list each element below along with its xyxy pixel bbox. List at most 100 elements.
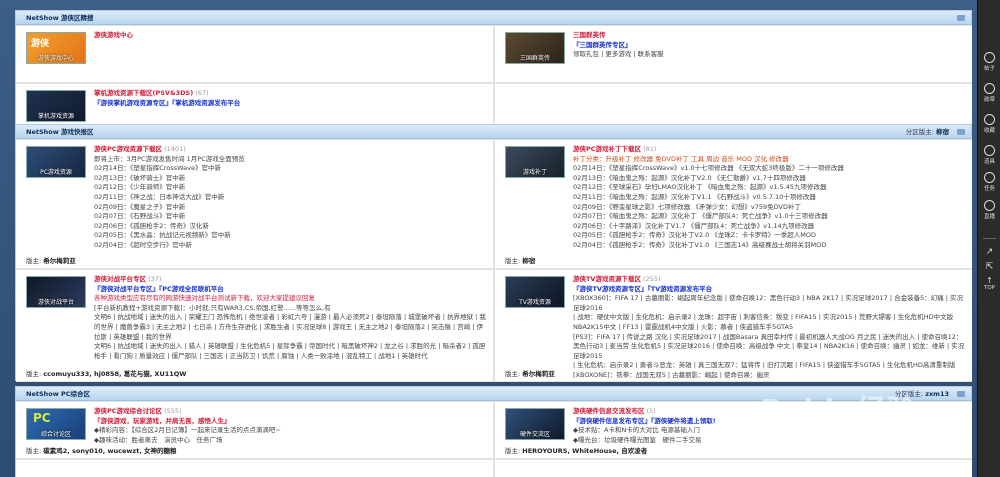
toolbar-favorites[interactable]: 收藏 xyxy=(978,114,1000,134)
forum-line[interactable]: 02月13日：《破坏骑士》官中新 xyxy=(94,174,487,184)
forum-line[interactable]: 02月11日：《暗血鬼之殇：起源》汉化补丁V1.1 《石野战斗》v0.5.7.1… xyxy=(573,193,966,203)
moderator-link[interactable]: ccomuyu333, hj0858, 葛花与猫, XU11QW xyxy=(43,370,186,378)
moderator-link[interactable]: 柳宿 xyxy=(522,257,535,265)
section-header[interactable]: NetShow 游侠区精搜 xyxy=(16,11,971,25)
forum-line[interactable]: NBA2K15中文 | FF13 | 雷霆战机4中文版 | 火影：慕者 | 侠盗… xyxy=(573,323,966,333)
forum-line[interactable]: 文明6 | 抗战地域 | 迷失的出入 | 猎人 | 英雄联盟 | 生化危机5 |… xyxy=(94,342,487,361)
forum-line[interactable]: 文明6 | 抗战地域 | 迷失的出入 | 荣耀王门 恐怖危机 | 绝世凌者 | … xyxy=(94,313,487,342)
forum-moderator: 版主: 希尔梅莉亚 xyxy=(505,368,555,378)
collapse-icon[interactable] xyxy=(957,129,965,135)
forum-line[interactable]: 02月09日：《野蛮星球之影》七项修改器 《矛弹少女：幻想》v759免DVD补丁 xyxy=(573,203,966,213)
section-search: NetShow 游侠区精搜 游侠 游侠游戏中心 游侠游戏中心 三国群英传 三国群… xyxy=(15,10,972,125)
forum-line[interactable]: 02月07日：《石野战斗》官中新 xyxy=(94,212,487,222)
forum-cell: 游侠 游侠游戏中心 游侠游戏中心 xyxy=(16,25,494,83)
forum-cell: 游戏补丁 游侠PC游戏补丁下载区 (81) 补丁分类：升级补丁 修改器 免DVD… xyxy=(494,139,972,269)
collapse-icon[interactable] xyxy=(957,391,965,397)
section-title[interactable]: NetShow 游戏快报区 xyxy=(26,128,94,136)
forum-line[interactable]: 02月05日：《孤胆枪手2：传奇》汉化补丁V2.0 《龙珠Z：卡卡罗特》一季超人… xyxy=(573,231,966,241)
forum-thumb[interactable]: 游侠 游侠游戏中心 xyxy=(26,32,86,64)
moderator-link[interactable]: HEROYOURS, WhiteHouse, 自欢凌者 xyxy=(522,447,647,455)
forum-line[interactable]: [XBOXONE]：铁拳：战国无双5 | 古墓丽影：崛起 | 使命召唤：幽灵 xyxy=(573,371,966,381)
forum-thumb[interactable]: 掌机游戏资源 xyxy=(26,90,86,122)
section-title[interactable]: NetShow 游侠区精搜 xyxy=(26,14,94,22)
topic-count: (555) xyxy=(164,407,182,415)
forum-line[interactable]: 补丁分类：升级补丁 修改器 免DVD补丁 工具 周边 音乐 MOD 汉化 修改器 xyxy=(573,155,966,165)
forum-moderator: 版主: 柳宿 xyxy=(505,255,535,265)
expand-icon[interactable]: ⇱ xyxy=(978,262,1000,272)
forum-thumb[interactable]: 游侠对战平台 xyxy=(26,276,86,308)
toolbar-live[interactable]: 直播 xyxy=(978,200,1000,220)
toolbar-label: 任务 xyxy=(983,186,995,192)
toolbar-items[interactable]: 道具 xyxy=(978,145,1000,165)
forum-desc: 『游侠对战平台专区』『PC游戏全民联机平台 xyxy=(94,284,224,293)
forum-thumb[interactable]: 三国群英传 xyxy=(505,32,565,64)
toolbar-top[interactable]: ↑ TOP xyxy=(978,276,1000,291)
forum-line[interactable]: | 生化危机：启示录2 | 勇者斗恶龙：英雄 | 真三国无双7：猛将传 | 旧打… xyxy=(573,361,966,371)
forum-title[interactable]: 游侠PC游戏补丁下载区 xyxy=(573,145,641,153)
forum-title[interactable]: 游侠PC游戏资源下载区 xyxy=(94,145,162,153)
toolbar-label: 直播 xyxy=(983,214,995,220)
moderator-link[interactable]: 希尔梅莉亚 xyxy=(522,370,555,378)
forum-line[interactable]: 02月04日：《孤胆枪手2：传奇》汉化补丁V1.0 《三国志14》高级赛战士胡将… xyxy=(573,241,966,251)
forum-title[interactable]: 游侠PC游戏综合讨论区 xyxy=(94,407,162,415)
forum-cell-empty xyxy=(494,83,972,125)
forum-line[interactable]: 02月14日：《塑星指挥CrossWave》v1.0十七项修改器 《无双大蛇3终… xyxy=(573,164,966,174)
forum-line[interactable]: ◆趣味活动：胜者离去 演员中心 任务广场 xyxy=(94,436,487,446)
forum-line[interactable]: 02月11日：《神之战：日本神话大战》官中新 xyxy=(94,193,487,203)
topic-count: (255) xyxy=(643,275,661,283)
moderator-link[interactable]: 希尔梅莉亚 xyxy=(43,257,76,265)
forum-line[interactable]: 02月06日：《孤胆枪手2：传奇》汉化新 xyxy=(94,222,487,232)
forum-line[interactable]: 02月06日：《十字路泽》汉化补丁V1.7 《僵尸部队4：死亡战争》v1.14九… xyxy=(573,222,966,232)
forum-title[interactable]: 三国群英传 xyxy=(573,31,606,39)
watermark-url: jingyan.baidu.com xyxy=(815,426,909,436)
collapse-icon[interactable] xyxy=(957,15,965,21)
forum-line[interactable]: 02月09日：《魔星之子》官中新 xyxy=(94,203,487,213)
forum-line[interactable]: [平台新机教程+游戏资源下载]：小时就,只有WAR3,CS,帝国,红警.....… xyxy=(94,304,487,314)
forum-moderator: 版主: 希尔梅莉亚 xyxy=(26,255,76,265)
forum-line[interactable]: [PS3]：FIFA 17 | 传说之路 汉化 | 实况足球2017 | 战国B… xyxy=(573,333,966,362)
forum-thumb[interactable]: 硬件交流区 xyxy=(505,408,565,440)
toolbar-medal[interactable]: 勋章 xyxy=(978,83,1000,103)
forum-line[interactable]: 02月14日：《塑星指挥CrossWave》官中新 xyxy=(94,164,487,174)
heart-icon xyxy=(984,114,995,125)
forum-line[interactable]: 各种游戏类型应有尽有的网游快速对战平台测试新下载，欢迎大家提建议回复 xyxy=(94,294,487,304)
forum-line[interactable]: ◆曝光台：垃圾硬件曝光图鉴 硬件二手交易 xyxy=(573,436,966,446)
forum-line[interactable]: | 战地：硬仗中文版 | 生化危机：启示录2 | 龙珠：超宇宙 | 刺客信条：叛… xyxy=(573,313,966,323)
forum-line[interactable]: 02月12日：《至球采石》孕妇LMAO汉化补丁 《暗血鬼之殇：起源》v1.5.4… xyxy=(573,183,966,193)
forum-thumb[interactable]: PC 综合讨论区 xyxy=(26,408,86,440)
forum-line[interactable]: 02月05日：《黑水晶：抗战记元视频新》官中新 xyxy=(94,231,487,241)
forum-cell-partial xyxy=(494,459,972,477)
moderator-link[interactable]: zxm13 xyxy=(925,390,949,398)
forum-title[interactable]: 游侠游戏中心 xyxy=(94,31,133,39)
share-icon[interactable]: ↗ xyxy=(978,247,1000,257)
play-icon xyxy=(984,200,995,211)
forum-title[interactable]: 游侠对战平台专区 xyxy=(94,275,146,283)
forum-line[interactable]: ◆精彩内容：【综合区2月日记簿】一起来记录生活的点点滴滴吧~ xyxy=(94,426,487,436)
topic-count: (67) xyxy=(195,89,209,97)
user-icon xyxy=(984,83,995,94)
forum-title[interactable]: 游侠TV游戏资源下载区 xyxy=(573,275,641,283)
forum-line[interactable]: 02月13日：《暗血鬼之殇：起源》汉化补丁V2.0 《无仁勒爵》v1.7十四项修… xyxy=(573,174,966,184)
forum-thumb[interactable]: TV游戏资源 xyxy=(505,276,565,308)
forum-title[interactable]: 掌机游戏资源下载区(PSV&3DS) xyxy=(94,89,193,97)
forum-thumb[interactable]: 游戏补丁 xyxy=(505,146,565,178)
moderator-link[interactable]: 柳宿 xyxy=(936,128,949,136)
section-header[interactable]: NetShow 游戏快报区 分区版主: 柳宿 xyxy=(16,125,971,139)
section-title[interactable]: NetShow PC综合区 xyxy=(26,390,90,398)
forum-links[interactable]: 领取礼包 | 更多游戏 | 联系客服 xyxy=(573,50,966,60)
forum-title[interactable]: 游侠硬件信息交流发布区 xyxy=(573,407,645,415)
toolbar-label: 收藏 xyxy=(983,128,995,134)
toolbar-posts[interactable]: 帖子 xyxy=(978,52,1000,72)
toolbar-tasks[interactable]: 任务 xyxy=(978,172,1000,192)
forum-moderator: 版主: 碳素鸡2, sony010, wucewzt, 女神的糖粮 xyxy=(26,445,177,455)
forum-line[interactable]: 即将上市：3月PC游戏发售时间 1月PC游戏全面预览 xyxy=(94,155,487,165)
forum-line[interactable]: 02月12日：《少年骑师》官中新 xyxy=(94,183,487,193)
moderator-link[interactable]: 碳素鸡2, sony010, wucewzt, 女神的糖粮 xyxy=(43,447,176,455)
forum-thumb[interactable]: PC游戏资源 xyxy=(26,146,86,178)
forum-line[interactable]: [XBOX360]：FIFA 17 | 古墓丽影：崛起周年纪念版 | 使命召唤1… xyxy=(573,294,966,313)
forum-content: NetShow 游侠区精搜 游侠 游侠游戏中心 游侠游戏中心 三国群英传 三国群… xyxy=(15,0,972,477)
forum-line[interactable]: 02月04日：《超时空步行》官中新 xyxy=(94,241,487,251)
thumb-label: TV游戏资源 xyxy=(519,299,551,306)
topic-count: (1401) xyxy=(164,145,186,153)
forum-line[interactable]: 02月07日：《暗血鬼之殇：起源》汉化补丁 《僵尸部队4：死亡战争》v1.0十三… xyxy=(573,212,966,222)
